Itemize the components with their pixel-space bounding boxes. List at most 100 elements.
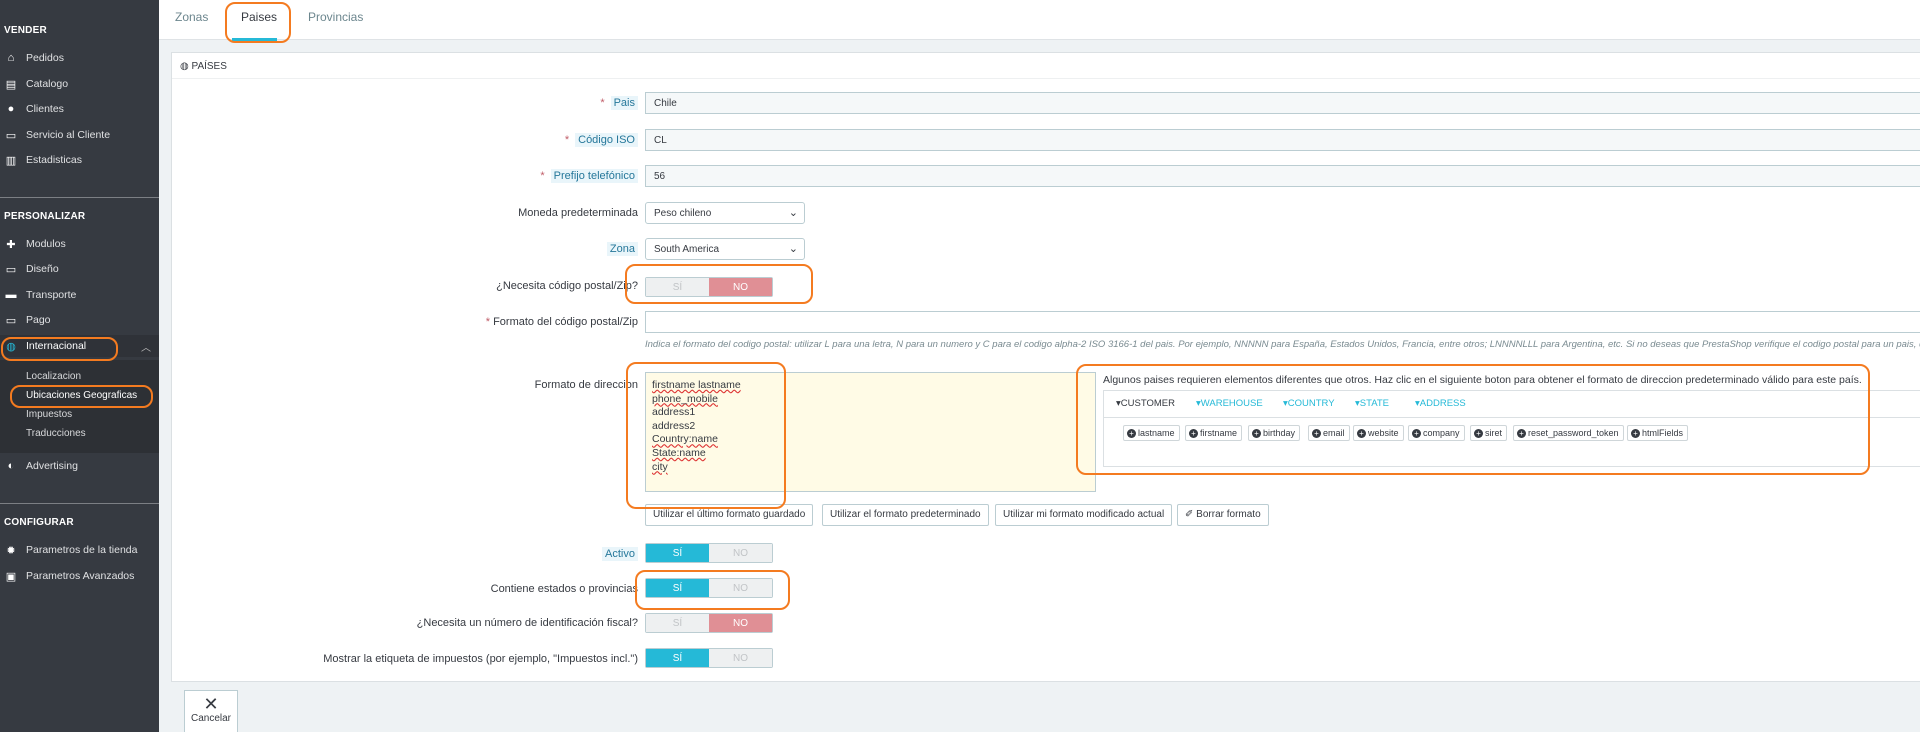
field-chip[interactable]: + website — [1353, 425, 1404, 441]
sidebar-item-advertising[interactable]: ◐ Advertising — [0, 456, 159, 476]
pais-input[interactable]: Chile — [645, 92, 1920, 114]
plus-icon: + — [1127, 429, 1136, 438]
label-fiscal: ¿Necesita un número de identificación fi… — [416, 617, 638, 629]
use-last-format-button[interactable]: Utilizar el último formato guardado — [645, 504, 814, 526]
submenu-item-localizacion[interactable]: Localizacion — [26, 371, 81, 382]
sidebar-item-diseno[interactable]: ▭ Diseño — [0, 259, 159, 279]
sidebar-item-parametros-tienda[interactable]: ✹ Parametros de la tienda — [0, 540, 159, 560]
formato-postal-help: Indica el formato del codigo postal: uti… — [645, 339, 1920, 350]
eraser-icon: ✐ — [1185, 509, 1197, 520]
format-tab-country[interactable]: ▾COUNTRY — [1283, 398, 1335, 409]
use-current-format-button[interactable]: Utilizar mi formato modificado actual — [995, 504, 1173, 526]
address-line: address2 — [652, 419, 696, 432]
address-line: firstname lastname — [652, 379, 741, 391]
address-line: State:name — [652, 446, 706, 459]
switch-no[interactable]: NO — [709, 544, 772, 562]
moneda-select[interactable]: Peso chileno ⌄ — [645, 202, 805, 224]
switch-no[interactable]: NO — [709, 649, 772, 667]
user-circle-icon: ● — [7, 103, 15, 115]
zona-select[interactable]: South America ⌄ — [645, 238, 805, 260]
switch-no[interactable]: NO — [709, 614, 772, 632]
label-pais: * Pais — [600, 96, 638, 110]
plus-icon: + — [1189, 429, 1198, 438]
plus-icon: + — [1631, 429, 1640, 438]
label-formato-postal: * Formato del código postal/Zip — [485, 316, 638, 328]
iso-input[interactable]: CL — [645, 129, 1920, 151]
shopping-basket-icon: ⌂ — [7, 52, 15, 64]
postal-switch[interactable]: SÍ NO — [645, 277, 773, 297]
switch-si[interactable]: SÍ — [646, 614, 709, 632]
field-chip[interactable]: + lastname — [1123, 425, 1180, 441]
field-chip[interactable]: + htmlFields — [1627, 425, 1689, 441]
sidebar-item-internacional[interactable]: ◍ Internacional ︿ — [0, 335, 159, 357]
format-tab-address[interactable]: ▾ADDRESS — [1415, 398, 1466, 409]
chevron-up-icon: ︿ — [141, 342, 151, 354]
field-chip[interactable]: + birthday — [1248, 425, 1301, 441]
sidebar-item-servicio[interactable]: ▭ Servicio al Cliente — [0, 125, 159, 145]
cancel-button[interactable]: ✕ Cancelar — [184, 690, 238, 732]
label-direccion: Formato de direccion — [534, 379, 638, 391]
formato-postal-input[interactable] — [645, 311, 1920, 333]
fiscal-switch[interactable]: SÍ NO — [645, 613, 773, 633]
format-help-text: Algunos paises requieren elementos difer… — [1103, 374, 1862, 386]
label-prefijo: * Prefijo telefónico — [540, 169, 638, 183]
switch-si[interactable]: SÍ — [646, 278, 709, 296]
switch-si[interactable]: SÍ — [646, 649, 709, 667]
tab-divider — [1104, 417, 1920, 418]
chevron-down-icon: ⌄ — [788, 207, 798, 219]
label-estados: Contiene estados o provincias — [490, 583, 638, 595]
sidebar-item-pedidos[interactable]: ⌂ Pedidos — [0, 48, 159, 68]
address-line: phone_mobile — [652, 392, 718, 405]
switch-no[interactable]: NO — [709, 278, 772, 296]
clear-format-button[interactable]: ✐ Borrar formato — [1177, 504, 1269, 526]
puzzle-icon: ✚ — [6, 238, 16, 251]
sidebar-item-estadisticas[interactable]: ▥ Estadisticas — [0, 150, 159, 170]
address-line: city — [652, 460, 668, 473]
impuestos-switch[interactable]: SÍ NO — [645, 648, 773, 668]
section-personalizar: PERSONALIZAR — [4, 211, 86, 222]
address-format-textarea[interactable]: firstname lastname phone_mobile address1… — [645, 372, 1096, 492]
prefijo-input[interactable]: 56 — [645, 165, 1920, 187]
activo-switch[interactable]: SÍ NO — [645, 543, 773, 563]
chevron-down-icon: ⌄ — [788, 243, 798, 255]
plus-icon: + — [1252, 429, 1261, 438]
label-activo: Activo — [602, 547, 638, 561]
use-default-format-button[interactable]: Utilizar el formato predeterminado — [822, 504, 989, 526]
sidebar: VENDER ⌂ Pedidos ▤ Catalogo ● Clientes ▭ Ser… — [0, 0, 159, 732]
format-tab-state[interactable]: ▾STATE — [1355, 398, 1389, 409]
truck-icon: ▬ — [5, 289, 17, 301]
format-tab-warehouse[interactable]: ▾WAREHOUSE — [1196, 398, 1263, 409]
advertising-icon: ◐ — [7, 460, 15, 472]
estados-switch[interactable]: SÍ NO — [645, 578, 773, 598]
desktop-icon: ▭ — [5, 263, 17, 276]
plus-icon: + — [1517, 429, 1526, 438]
field-chip[interactable]: + email — [1308, 425, 1350, 441]
switch-si[interactable]: SÍ — [646, 579, 709, 597]
sidebar-item-pago[interactable]: ▭ Pago — [0, 310, 159, 330]
submenu-item-impuestos[interactable]: Impuestos — [26, 409, 72, 420]
submenu-item-ubicaciones[interactable]: Ubicaciones Geograficas — [26, 390, 137, 401]
sidebar-item-modulos[interactable]: ✚ Modulos — [0, 234, 159, 254]
switch-no[interactable]: NO — [709, 579, 772, 597]
bar-chart-icon: ▥ — [5, 154, 17, 167]
field-chip[interactable]: + company — [1408, 425, 1465, 441]
plus-icon: + — [1412, 429, 1421, 438]
form-labels: * Pais * Código ISO * Prefijo telefónico Mo… — [171, 0, 638, 732]
sidebar-item-transporte[interactable]: ▬ Transporte — [0, 285, 159, 305]
label-moneda: Moneda predeterminada — [518, 207, 638, 219]
sidebar-item-clientes[interactable]: ● Clientes — [0, 99, 159, 119]
field-chip[interactable]: + reset_password_token — [1513, 425, 1624, 441]
label-zona: Zona — [606, 242, 638, 256]
plus-icon: + — [1312, 429, 1321, 438]
sidebar-item-parametros-avanzados[interactable]: ▣ Parametros Avanzados — [0, 566, 159, 586]
field-chip[interactable]: + firstname — [1185, 425, 1243, 441]
sidebar-item-catalogo[interactable]: ▤ Catalogo — [0, 74, 159, 94]
format-tab-customer[interactable]: ▾CUSTOMER — [1116, 398, 1175, 409]
field-chip[interactable]: + siret — [1470, 425, 1508, 441]
sidebar-divider — [0, 503, 159, 504]
store-icon: ▤ — [5, 78, 17, 91]
switch-si[interactable]: SÍ — [646, 544, 709, 562]
submenu-item-traducciones[interactable]: Traducciones — [26, 428, 86, 439]
gear-icon: ✹ — [6, 544, 16, 557]
plus-icon: + — [1357, 429, 1366, 438]
